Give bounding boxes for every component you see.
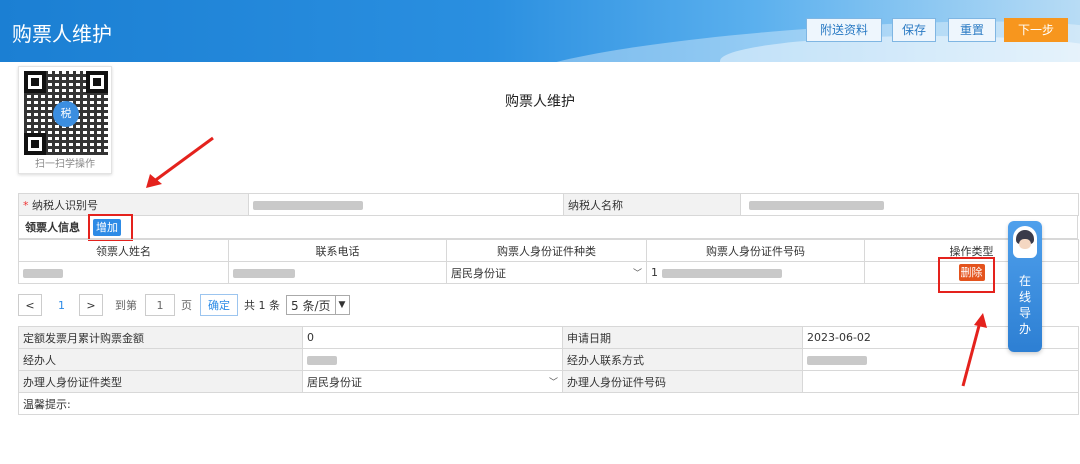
qr-caption: 扫一扫学操作 (35, 159, 95, 170)
handler-id-number-input[interactable] (802, 370, 1079, 393)
qr-code-card[interactable]: 税 扫一扫学操作 (18, 66, 112, 174)
online-guide-text: 在线导办 (1019, 274, 1032, 336)
chevron-down-icon: ▼ (334, 296, 349, 314)
chevron-down-icon: ﹀ (632, 269, 642, 279)
next-step-button[interactable]: 下一步 (1004, 18, 1068, 42)
taxpayer-id-label: * 纳税人识别号 (18, 193, 249, 216)
page-size-value: 5 条/页 (291, 298, 331, 313)
column-header: 领票人姓名 (18, 239, 229, 262)
handler-id-type-value: 居民身份证 (307, 375, 362, 389)
confirm-page-button[interactable]: 确定 (200, 294, 238, 316)
agent-contact-label: 经办人联系方式 (562, 348, 803, 371)
buyer-name-input[interactable] (18, 261, 229, 284)
buyer-phone-input[interactable] (228, 261, 447, 284)
apply-date-label: 申请日期 (562, 326, 803, 349)
details-table: 定额发票月累计购票金额 0 申请日期 2023-06-02 经办人 经办人联系方… (18, 326, 1079, 415)
column-header: 购票人身份证件号码 (646, 239, 865, 262)
page-title: 购票人维护 (505, 94, 575, 110)
taxpayer-table: * 纳税人识别号 纳税人名称 (18, 193, 1079, 216)
buyer-section-header: 领票人信息 (18, 215, 1078, 239)
buyer-table: 领票人姓名 联系电话 购票人身份证件种类 购票人身份证件号码 操作类型 居民身份… (18, 239, 1079, 284)
reset-button[interactable]: 重置 (948, 18, 996, 42)
handler-id-type-label: 办理人身份证件类型 (18, 370, 303, 393)
column-header: 联系电话 (228, 239, 447, 262)
qr-finder-mark (24, 71, 46, 93)
current-page[interactable]: 1 (58, 299, 65, 312)
buyer-id-prefix: 1 (651, 266, 658, 279)
goto-page-input[interactable]: 1 (145, 294, 175, 316)
page-size-select[interactable]: 5 条/页 ▼ (286, 295, 350, 315)
column-header: 购票人身份证件种类 (446, 239, 647, 262)
handler-id-number-label: 办理人身份证件号码 (562, 370, 803, 393)
pagination: < 1 > 到第 1 页 确定 共 1 条 5 条/页 ▼ (18, 293, 350, 317)
handler-id-type-select[interactable]: 居民身份证 ﹀ (302, 370, 563, 393)
buyer-id-type-select[interactable]: 居民身份证 ﹀ (446, 261, 647, 284)
page-unit: 页 (181, 299, 192, 312)
goto-label: 到第 (115, 299, 137, 312)
buyer-id-number-input[interactable]: 1 (646, 261, 865, 284)
taxpayer-id-value (248, 193, 564, 216)
taxpayer-name-label: 纳税人名称 (563, 193, 741, 216)
agent-label: 经办人 (18, 348, 303, 371)
buyer-id-type-value: 居民身份证 (451, 266, 506, 280)
tips-label: 温馨提示: (18, 392, 1079, 415)
quota-label: 定额发票月累计购票金额 (18, 326, 303, 349)
app-header: 购票人维护 附送资料 保存 重置 下一步 (0, 0, 1080, 62)
chevron-down-icon: ﹀ (548, 378, 558, 388)
qr-finder-mark (24, 133, 46, 155)
assistant-avatar-icon (1013, 226, 1037, 258)
app-title: 购票人维护 (12, 22, 112, 46)
buyer-section-label: 领票人信息 (25, 221, 80, 234)
next-page-button[interactable]: > (79, 294, 103, 316)
agent-value[interactable] (302, 348, 563, 371)
attachments-button[interactable]: 附送资料 (806, 18, 882, 42)
highlight-box-delete (938, 257, 995, 293)
total-count: 共 1 条 (244, 299, 280, 312)
prev-page-button[interactable]: < (18, 294, 42, 316)
taxpayer-name-value (740, 193, 1079, 216)
table-row: 居民身份证 ﹀ 1 删除 (18, 261, 1079, 284)
online-guide-widget[interactable]: 在线导办 (1008, 221, 1042, 352)
save-button[interactable]: 保存 (892, 18, 936, 42)
quota-value: 0 (302, 326, 563, 349)
highlight-box-add (88, 214, 133, 241)
qr-finder-mark (86, 71, 108, 93)
